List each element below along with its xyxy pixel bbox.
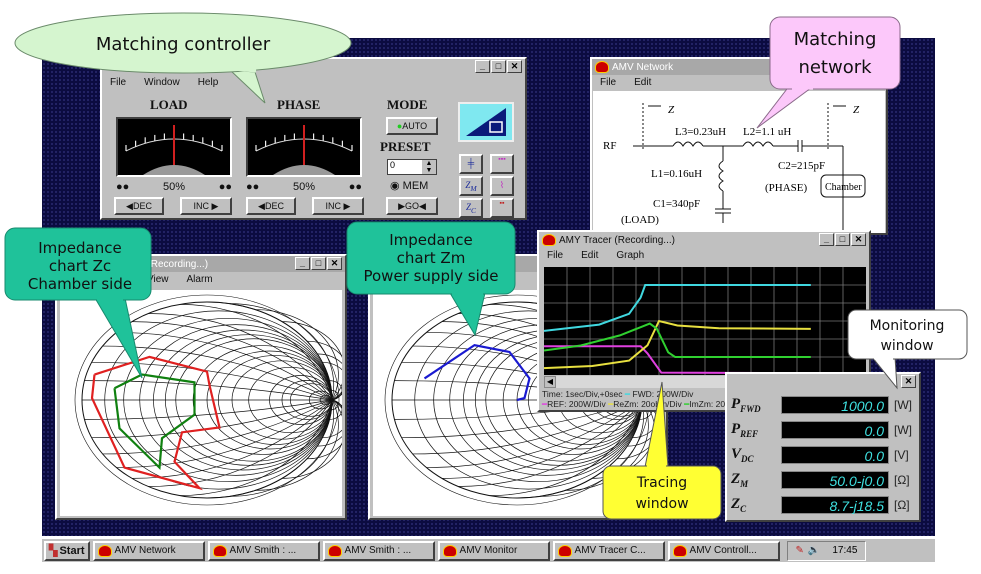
callout-overlay: Matching controller Matching network Imp…	[4, 12, 968, 520]
callout-tracer-text-1: Tracing	[636, 475, 687, 491]
callout-zm-text-2: chart Zm	[397, 249, 466, 267]
callout-network-text-2: network	[798, 57, 872, 78]
callout-zm-text-3: Power supply side	[363, 267, 498, 285]
callout-zc-text-3: Chamber side	[28, 275, 132, 293]
callout-impedance-zc: Impedance chart Zc Chamber side	[4, 227, 152, 379]
callout-monitor-text-2: window	[880, 338, 933, 354]
callout-matching-controller: Matching controller	[14, 12, 352, 104]
callout-impedance-zm: Impedance chart Zm Power supply side	[346, 221, 516, 337]
callout-monitor-text-1: Monitoring	[870, 318, 945, 334]
callout-controller-text: Matching controller	[96, 34, 271, 55]
callout-tracing-window: Tracing window	[602, 381, 722, 520]
callout-tracer-text-2: window	[635, 496, 688, 512]
callout-network-text-1: Matching	[794, 29, 877, 50]
callout-monitoring-window: Monitoring window	[847, 309, 968, 390]
callout-zc-text-1: Impedance	[38, 239, 121, 257]
callout-zm-text-1: Impedance	[389, 231, 472, 249]
callout-zc-text-2: chart Zc	[49, 257, 111, 275]
callout-matching-network: Matching network	[756, 16, 901, 129]
